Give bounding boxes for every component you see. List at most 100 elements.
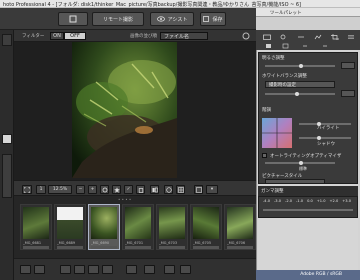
thumbnail-item[interactable]: _MG_6701 bbox=[122, 204, 154, 250]
white-balance-label: ホワイトバランス調整 bbox=[262, 74, 307, 79]
assist-back-button[interactable] bbox=[58, 12, 88, 26]
trash-button[interactable] bbox=[136, 185, 145, 194]
thumbnail-item[interactable]: _MG_6706 bbox=[224, 204, 256, 250]
left-panel-scroll[interactable] bbox=[2, 154, 12, 198]
palette-tabs bbox=[256, 30, 360, 50]
thumbnail-image bbox=[159, 207, 185, 239]
bottom-button[interactable] bbox=[102, 265, 113, 274]
gamma-value: -4.0 bbox=[263, 199, 271, 203]
layout-button[interactable] bbox=[194, 185, 203, 194]
assist-button[interactable]: アシスト bbox=[150, 12, 194, 26]
thumbnail-item-selected[interactable]: _MG_6690 bbox=[88, 204, 120, 250]
gamma-label: ガンマ調整 bbox=[261, 189, 284, 194]
list-icon bbox=[347, 35, 354, 39]
color-grid-icon bbox=[262, 118, 292, 148]
tab-row2-4[interactable] bbox=[316, 41, 333, 51]
auto-lighting-knob[interactable] bbox=[299, 161, 303, 165]
bottom-button[interactable] bbox=[88, 265, 99, 274]
auto-lighting-label: オートライティングオプティマイザ bbox=[270, 154, 342, 159]
tone-adjust-grid[interactable] bbox=[262, 118, 292, 148]
compare-button[interactable] bbox=[150, 185, 159, 194]
compare-icon bbox=[152, 187, 158, 192]
highlight-slider[interactable] bbox=[299, 123, 351, 125]
tab-more[interactable] bbox=[342, 32, 359, 42]
thumbnail-label: _MG_6703 bbox=[159, 241, 178, 245]
zoom-out-button[interactable]: − bbox=[76, 185, 85, 194]
thumbnail-item[interactable]: _MG_6703 bbox=[156, 204, 188, 250]
bottom-button[interactable] bbox=[74, 265, 85, 274]
fit-button[interactable] bbox=[22, 185, 32, 194]
white-balance-select[interactable]: 撮影時の設定 bbox=[265, 81, 335, 88]
thumbnail-label: _MG_6705 bbox=[193, 241, 212, 245]
bottom-button[interactable] bbox=[20, 265, 31, 274]
left-panel-tab[interactable] bbox=[2, 34, 12, 46]
bottom-button[interactable] bbox=[144, 265, 155, 274]
filter-off-toggle[interactable]: OFF bbox=[64, 32, 86, 40]
save-button[interactable]: 保存 bbox=[200, 12, 226, 26]
zoom-select[interactable]: 12.5% bbox=[48, 185, 72, 194]
tab-row2-1[interactable] bbox=[260, 41, 277, 51]
gamma-section-header[interactable]: ガンマ調整 bbox=[258, 186, 358, 196]
thumbnail-rating bbox=[227, 246, 253, 249]
tab-row2-2[interactable] bbox=[277, 41, 294, 51]
bottom-button[interactable] bbox=[180, 265, 191, 274]
thumbnail-item[interactable]: _MG_6689 bbox=[54, 204, 86, 250]
zoom-in-button[interactable]: + bbox=[88, 185, 97, 194]
wb-slider[interactable] bbox=[265, 93, 335, 95]
remote-shooting-button[interactable]: リモート撮影 bbox=[92, 12, 144, 26]
filter-label: フィルター bbox=[22, 34, 45, 39]
tool-palette-title: ツールパレット bbox=[270, 11, 302, 16]
thumbnail-item[interactable]: _MG_6681 bbox=[20, 204, 52, 250]
thumbnail-item[interactable]: _MG_6705 bbox=[190, 204, 222, 250]
thumbnail-rating bbox=[23, 246, 49, 249]
bottom-button[interactable] bbox=[164, 265, 175, 274]
gamma-values: -4.0 -3.0 -2.0 -1.0 0.0 +1.0 +2.0 +3.0 bbox=[263, 199, 351, 203]
rotate-button[interactable] bbox=[100, 185, 109, 194]
brightness-input[interactable] bbox=[341, 62, 355, 69]
gamma-slider[interactable] bbox=[263, 209, 353, 211]
info-button[interactable] bbox=[164, 185, 173, 194]
rgb-icon bbox=[280, 34, 285, 40]
gamma-value: -1.0 bbox=[296, 199, 304, 203]
gamma-value: +3.0 bbox=[342, 199, 351, 203]
bottom-button[interactable] bbox=[60, 265, 71, 274]
assist-label: アシスト bbox=[167, 16, 188, 23]
undo-icon bbox=[302, 45, 307, 47]
zoom-value: 12.5% bbox=[52, 187, 68, 192]
thumb-scroll-handle[interactable]: • • • • bbox=[118, 197, 146, 202]
brightness-slider-knob[interactable] bbox=[299, 64, 303, 68]
gamma-value: -2.0 bbox=[285, 199, 293, 203]
highlight-knob[interactable] bbox=[317, 122, 321, 126]
save-label: 保存 bbox=[212, 16, 223, 23]
thumbnail-image bbox=[125, 207, 151, 239]
tab-row2-3[interactable] bbox=[296, 41, 313, 51]
count-button[interactable]: 1 bbox=[36, 185, 46, 194]
histogram-icon bbox=[314, 34, 321, 40]
thumbnail-rating bbox=[193, 246, 219, 249]
auto-lighting-checkbox[interactable] bbox=[262, 153, 267, 158]
filter-bar: フィルター ON OFF 画像の並び順 ファイル名 bbox=[14, 30, 256, 42]
check-button[interactable]: ✓ bbox=[124, 185, 133, 194]
color-space-label: Adobe RGB / sRGB bbox=[300, 272, 342, 277]
save-icon bbox=[203, 16, 210, 22]
grid-button[interactable] bbox=[176, 185, 185, 194]
view-mode-select[interactable]: ▾ bbox=[206, 185, 218, 194]
white-balance-value: 撮影時の設定 bbox=[269, 83, 296, 88]
wb-slider-knob[interactable] bbox=[295, 92, 299, 96]
picture-style-select[interactable] bbox=[265, 179, 325, 184]
shadow-knob[interactable] bbox=[317, 136, 321, 140]
bottom-button[interactable] bbox=[126, 265, 137, 274]
gear-icon[interactable] bbox=[242, 32, 250, 40]
filter-on-toggle[interactable]: ON bbox=[50, 32, 64, 40]
sort-select[interactable]: ファイル名 bbox=[160, 32, 208, 40]
tool-palette-title-bar[interactable]: ツールパレット bbox=[256, 8, 360, 17]
gamma-value: 0.0 bbox=[307, 199, 313, 203]
star-button[interactable] bbox=[112, 185, 121, 194]
left-panel-selected[interactable] bbox=[2, 134, 12, 144]
thumbnail-label: _MG_6689 bbox=[57, 241, 76, 245]
bottom-button[interactable] bbox=[34, 265, 45, 274]
palette-header-strip bbox=[256, 17, 360, 30]
shadow-slider[interactable] bbox=[299, 137, 351, 139]
main-photo[interactable] bbox=[72, 42, 177, 178]
wb-input[interactable] bbox=[341, 90, 355, 97]
